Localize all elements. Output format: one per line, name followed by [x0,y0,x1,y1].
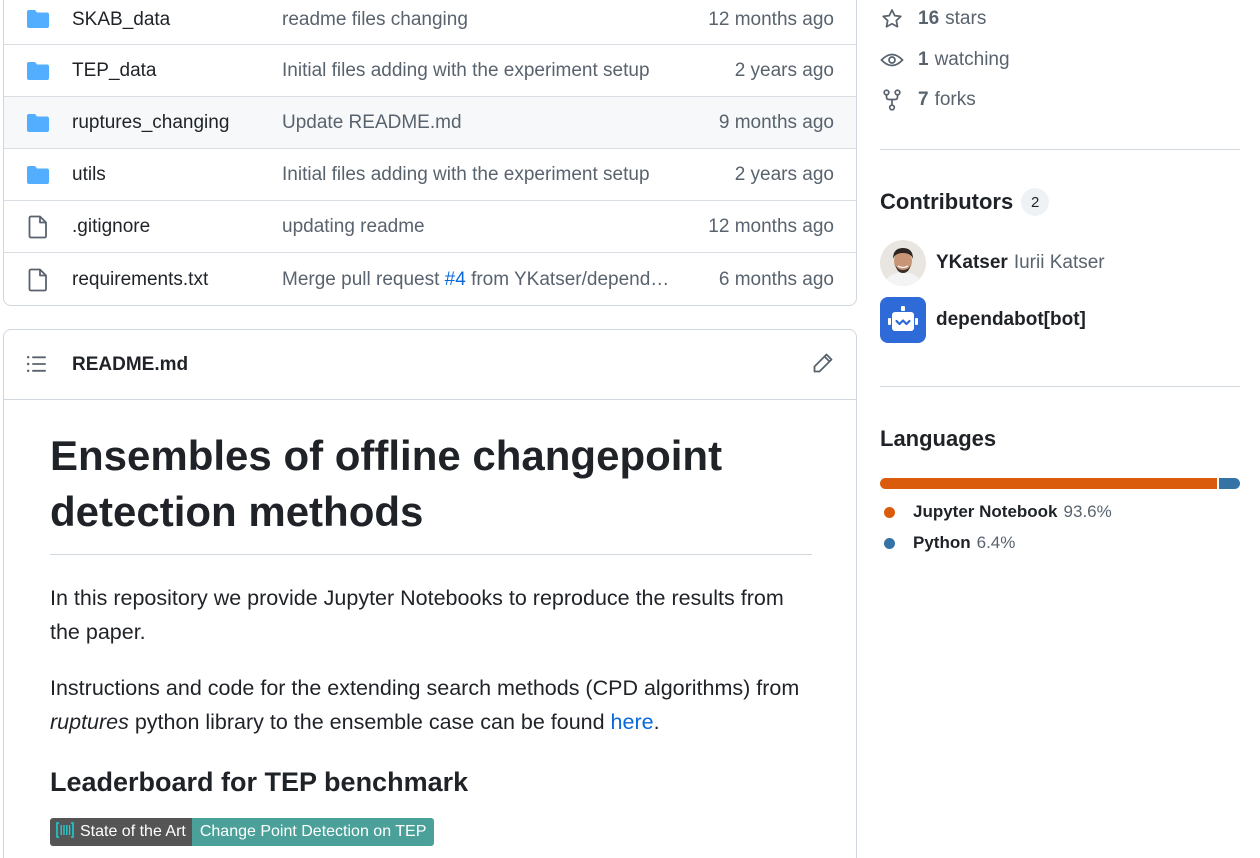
paperswithcode-icon [56,821,74,843]
fork-icon [880,89,904,111]
languages-heading: Languages [880,426,996,452]
language-bar-segment [880,478,1217,489]
folder-icon [26,8,50,30]
readme-content: Ensembles of offline changepoint detecti… [50,428,812,846]
commit-message[interactable]: readme files changing [282,9,672,31]
commit-age: 12 months ago [708,215,834,237]
text: python library to the ensemble case can … [128,710,611,734]
table-row[interactable]: requirements.txt Merge pull request #4 f… [4,252,856,305]
language-percent: 93.6% [1063,502,1112,521]
text: Instructions and code for the extending … [50,676,800,700]
readme-panel: README.md Ensembles of offline changepoi… [3,329,857,858]
readme-header: README.md [4,330,856,400]
commit-message[interactable]: Update README.md [282,112,672,134]
leaderboard-heading: Leaderboard for TEP benchmark [50,767,469,797]
dependabot-avatar[interactable] [880,297,926,343]
table-row[interactable]: TEP_data Initial files adding with the e… [4,44,856,96]
badge-left: State of the Art [50,818,192,846]
language-bar-segment [1216,478,1240,489]
star-icon [880,8,904,30]
language-percent: 6.4% [976,533,1016,552]
stars-count: 16 [918,8,940,29]
forks-link[interactable]: 7 forks [880,89,976,111]
watching-link[interactable]: 1 watching [880,49,1010,71]
contributor-name: Iurii Katser [1013,252,1105,273]
file-table: SKAB_data readme files changing 12 month… [3,0,857,306]
commit-age: 2 years ago [734,163,834,185]
contributors-count: 2 [1021,188,1050,216]
folder-icon [26,164,50,186]
here-link[interactable]: here [611,710,654,734]
commit-message[interactable]: Merge pull request #4 from YKatser/depen… [282,269,672,291]
language-item[interactable]: Python 6.4% [884,533,1015,553]
stars-label: stars [945,8,987,29]
table-row[interactable]: utils Initial files adding with the expe… [4,148,856,200]
file-name[interactable]: utils [72,164,106,186]
sota-badge[interactable]: State of the Art Change Point Detection … [50,818,435,846]
eye-icon [880,51,904,69]
file-name[interactable]: .gitignore [72,216,150,238]
commit-message[interactable]: Initial files adding with the experiment… [282,60,672,82]
forks-label: forks [934,89,976,110]
watching-count: 1 [918,49,929,70]
divider [880,386,1240,387]
badge-left-label: State of the Art [80,823,186,840]
commit-age: 6 months ago [718,268,834,290]
readme-paragraph: Instructions and code for the extending … [50,671,812,739]
table-row[interactable]: SKAB_data readme files changing 12 month… [4,0,856,44]
readme-paragraph: In this repository we provide Jupyter No… [50,586,784,644]
file-name[interactable]: requirements.txt [72,269,208,291]
language-dot [884,506,895,518]
file-name[interactable]: TEP_data [72,60,157,82]
contributor-item[interactable]: dependabot[bot] [880,297,1092,343]
contributors-heading[interactable]: Contributors 2 [880,188,1050,216]
contributor-login[interactable]: dependabot[bot] [936,309,1086,331]
commit-message-suffix: from YKatser/dependabot [465,268,672,290]
languages-title: Languages [880,426,997,451]
pencil-icon[interactable] [812,352,834,379]
file-icon [26,215,50,238]
language-name: Jupyter Notebook [913,502,1058,521]
readme-filename[interactable]: README.md [72,354,188,376]
table-row[interactable]: ruptures_changing Update README.md 9 mon… [4,96,856,148]
language-name: Python [913,533,971,552]
readme-title: Ensembles of offline changepoint detecti… [50,428,812,555]
folder-icon [26,60,50,82]
commit-message[interactable]: updating readme [282,216,672,238]
commit-age: 2 years ago [734,59,834,81]
file-name[interactable]: ruptures_changing [72,112,229,134]
divider [880,149,1240,150]
contributor-item[interactable]: YKatser Iurii Katser [880,240,1105,286]
stars-link[interactable]: 16 stars [880,8,986,30]
badge-right-label: Change Point Detection on TEP [191,818,435,846]
language-item[interactable]: Jupyter Notebook 93.6% [884,502,1112,522]
watching-label: watching [934,49,1010,70]
commit-message[interactable]: Initial files adding with the experiment… [282,164,672,186]
language-bar [880,478,1240,489]
avatar[interactable] [880,240,926,286]
commit-age: 12 months ago [708,9,834,30]
forks-count: 7 [918,89,929,110]
emphasis: ruptures [50,710,129,734]
table-row[interactable]: .gitignore updating readme 12 months ago [4,200,856,252]
file-icon [26,268,50,291]
folder-icon [26,112,50,134]
contributor-login[interactable]: YKatser [936,252,1008,274]
text: . [653,710,660,734]
contributors-title: Contributors [880,189,1014,214]
file-name[interactable]: SKAB_data [72,9,170,31]
language-dot [884,537,895,549]
list-icon[interactable] [26,354,48,379]
issue-link[interactable]: #4 [445,269,466,290]
commit-message-prefix: Merge pull request [282,268,445,290]
commit-age: 9 months ago [718,111,834,133]
